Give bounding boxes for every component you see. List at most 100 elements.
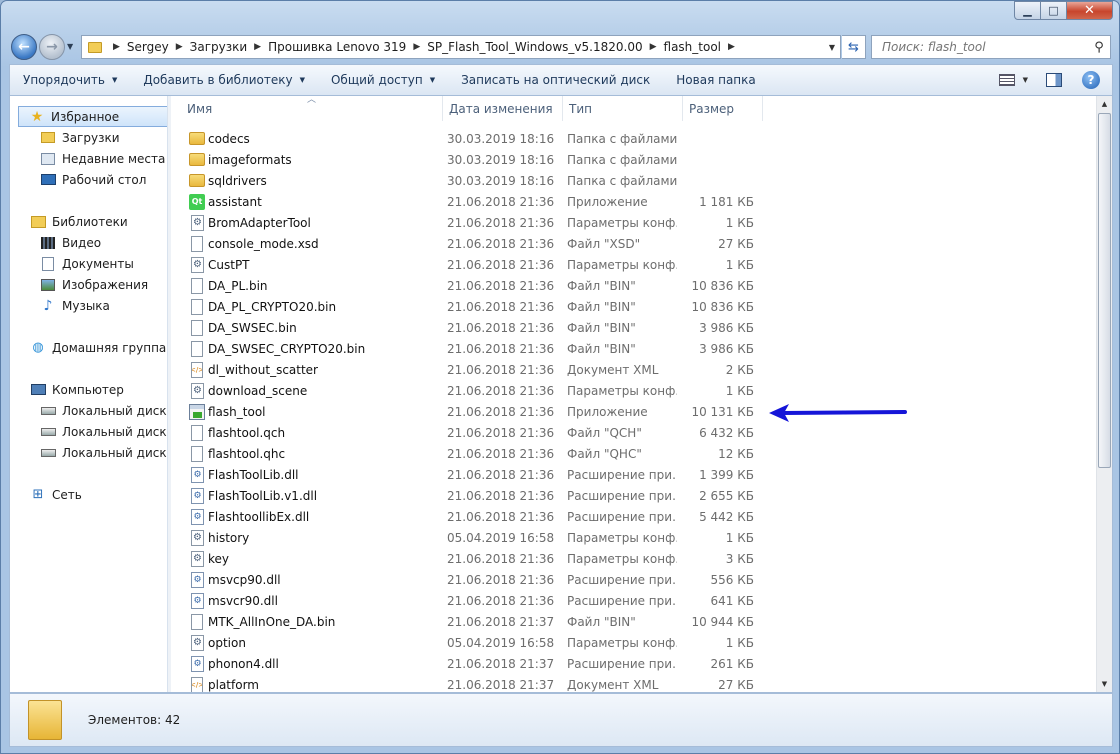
file-row[interactable]: DA_PL_CRYPTO20.bin 21.06.2018 21:36 Файл "… xyxy=(171,296,1098,317)
file-date: 21.06.2018 21:36 xyxy=(447,299,555,314)
breadcrumb-downloads[interactable]: Загрузки ▶ xyxy=(190,36,268,58)
maximize-button[interactable]: □ xyxy=(1041,1,1067,20)
file-date: 30.03.2019 18:16 xyxy=(447,152,555,167)
file-row[interactable]: ⚙ FlashToolLib.v1.dll 21.06.2018 21:36 Расш… xyxy=(171,485,1098,506)
nav-desktop[interactable]: Рабочий стол xyxy=(40,169,146,190)
file-date: 21.06.2018 21:37 xyxy=(447,656,555,671)
file-row[interactable]: ⚙ key 21.06.2018 21:36 Параметры конф... 3 К… xyxy=(171,548,1098,569)
file-row[interactable]: DA_PL.bin 21.06.2018 21:36 Файл "BIN" 10 83… xyxy=(171,275,1098,296)
file-row[interactable]: ⚙ option 05.04.2019 16:58 Параметры конф...… xyxy=(171,632,1098,653)
scroll-up-icon[interactable]: ▲ xyxy=(1097,96,1112,112)
nav-homegroup[interactable]: ◍ Домашняя группа xyxy=(30,337,166,358)
file-row[interactable]: sqldrivers 30.03.2019 18:16 Папка с файлам… xyxy=(171,170,1098,191)
nav-disk-c[interactable]: Локальный диск (C xyxy=(40,400,167,421)
file-row[interactable]: </> platform 21.06.2018 21:37 Документ XML 2… xyxy=(171,674,1098,692)
search-icon[interactable]: ⚲ xyxy=(1088,40,1110,55)
nav-video[interactable]: Видео xyxy=(40,232,101,253)
file-row[interactable]: ⚙ CustPT 21.06.2018 21:36 Параметры конф...… xyxy=(171,254,1098,275)
file-size: 2 КБ xyxy=(725,362,754,377)
help-icon[interactable]: ? xyxy=(1082,71,1100,89)
file-row[interactable]: ⚙ msvcr90.dll 21.06.2018 21:36 Расширение п… xyxy=(171,590,1098,611)
nav-documents[interactable]: Документы xyxy=(40,253,134,274)
recent-pages-dropdown[interactable]: ▼ xyxy=(67,42,73,51)
nav-disk-d[interactable]: Локальный диск (D xyxy=(40,421,167,442)
scroll-down-icon[interactable]: ▼ xyxy=(1097,676,1112,692)
file-row[interactable]: ⚙ BromAdapterTool 21.06.2018 21:36 Параметр… xyxy=(171,212,1098,233)
file-name: DA_PL_CRYPTO20.bin xyxy=(208,299,337,314)
file-date: 21.06.2018 21:37 xyxy=(447,677,555,692)
file-row[interactable]: ⚙ FlashToolLib.dll 21.06.2018 21:36 Расшире… xyxy=(171,464,1098,485)
file-list: ︿ Имя Дата изменения Тип Размер codecs 30… xyxy=(171,96,1098,692)
nav-disk-e[interactable]: Локальный диск (E: xyxy=(40,442,167,463)
vertical-scrollbar[interactable]: ▲ ▼ xyxy=(1096,96,1112,692)
breadcrumb-sp-flash-tool[interactable]: SP_Flash_Tool_Windows_v5.1820.00 ▶ xyxy=(427,36,663,58)
file-type: Приложение xyxy=(567,404,648,419)
forward-button[interactable]: → xyxy=(39,34,65,60)
file-date: 21.06.2018 21:36 xyxy=(447,257,555,272)
minimize-button[interactable]: ▁ xyxy=(1014,1,1041,20)
config-file-icon: ⚙ xyxy=(191,214,204,231)
file-row[interactable]: </> dl_without_scatter 21.06.2018 21:36 Док… xyxy=(171,359,1098,380)
file-size: 10 836 КБ xyxy=(691,278,754,293)
column-header-date[interactable]: Дата изменения xyxy=(443,96,563,121)
nav-computer[interactable]: Компьютер xyxy=(30,379,124,400)
annotation-arrow-icon xyxy=(769,404,907,422)
file-size: 10 944 КБ xyxy=(691,614,754,629)
nav-downloads[interactable]: Загрузки xyxy=(40,127,120,148)
column-header-name[interactable]: Имя xyxy=(181,96,443,121)
organize-menu[interactable]: Упорядочить ▼ xyxy=(10,65,130,95)
file-type: Папка с файлами xyxy=(567,152,677,167)
file-type: Документ XML xyxy=(567,362,659,377)
nav-libraries[interactable]: Библиотеки xyxy=(30,211,128,232)
view-dropdown-icon[interactable]: ▼ xyxy=(1023,76,1028,84)
chevron-down-icon: ▼ xyxy=(299,76,305,84)
breadcrumb-root-arrow[interactable]: ▶ xyxy=(106,36,127,58)
address-bar[interactable]: ▶ Sergey ▶ Загрузки ▶ Прошивка Lenovo 319 ▶… xyxy=(81,35,841,59)
nav-music[interactable]: ♪ Музыка xyxy=(40,295,110,316)
file-row[interactable]: ⚙ msvcp90.dll 21.06.2018 21:36 Расширение п… xyxy=(171,569,1098,590)
folder-icon xyxy=(189,132,205,145)
breadcrumb-sergey[interactable]: Sergey ▶ xyxy=(127,36,190,58)
file-row[interactable]: flashtool.qch 21.06.2018 21:36 Файл "QCH" 6… xyxy=(171,422,1098,443)
file-row[interactable]: ⚙ history 05.04.2019 16:58 Параметры конф..… xyxy=(171,527,1098,548)
nav-images[interactable]: Изображения xyxy=(40,274,148,295)
file-row[interactable]: ⚙ phonon4.dll 21.06.2018 21:37 Расширение п… xyxy=(171,653,1098,674)
column-header-type[interactable]: Тип xyxy=(563,96,683,121)
share-menu[interactable]: Общий доступ ▼ xyxy=(318,65,448,95)
file-row[interactable]: Qt assistant 21.06.2018 21:36 Приложение 1 1… xyxy=(171,191,1098,212)
refresh-button[interactable]: ⇆ xyxy=(842,35,866,59)
chevron-down-icon: ▼ xyxy=(111,76,118,84)
file-row[interactable]: DA_SWSEC.bin 21.06.2018 21:36 Файл "BIN" 3 … xyxy=(171,317,1098,338)
address-dropdown-icon[interactable]: ▼ xyxy=(824,43,840,52)
search-box[interactable]: ⚲ xyxy=(871,35,1111,59)
nav-favorites[interactable]: ★ Избранное xyxy=(18,106,167,127)
file-name: msvcr90.dll xyxy=(208,593,278,608)
file-row[interactable]: flash_tool 21.06.2018 21:36 Приложение 10 1… xyxy=(171,401,1098,422)
back-button[interactable]: ← xyxy=(11,34,37,60)
file-row[interactable]: console_mode.xsd 21.06.2018 21:36 Файл "XS… xyxy=(171,233,1098,254)
file-row[interactable]: DA_SWSEC_CRYPTO20.bin 21.06.2018 21:36 Фай… xyxy=(171,338,1098,359)
file-type: Параметры конф... xyxy=(567,215,677,230)
scroll-thumb[interactable] xyxy=(1098,113,1111,468)
file-type: Файл "BIN" xyxy=(567,278,636,293)
change-view-icon[interactable] xyxy=(998,74,1015,86)
file-row[interactable]: MTK_AllInOne_DA.bin 21.06.2018 21:37 Файл … xyxy=(171,611,1098,632)
file-row[interactable]: imageformats 30.03.2019 18:16 Папка с файл… xyxy=(171,149,1098,170)
breadcrumb-firmware[interactable]: Прошивка Lenovo 319 ▶ xyxy=(268,36,427,58)
file-row[interactable]: codecs 30.03.2019 18:16 Папка с файлами xyxy=(171,128,1098,149)
file-row[interactable]: flashtool.qhc 21.06.2018 21:36 Файл "QHC" 1… xyxy=(171,443,1098,464)
file-row[interactable]: ⚙ FlashtoollibEx.dll 21.06.2018 21:36 Расши… xyxy=(171,506,1098,527)
nav-recent[interactable]: Недавние места xyxy=(40,148,165,169)
new-folder-button[interactable]: Новая папка xyxy=(663,65,768,95)
search-input[interactable] xyxy=(872,37,1088,57)
nav-network[interactable]: ⊞ Сеть xyxy=(30,484,82,505)
preview-pane-icon[interactable] xyxy=(1046,73,1062,87)
breadcrumb-flash-tool[interactable]: flash_tool ▶ xyxy=(664,36,742,58)
file-row[interactable]: ⚙ download_scene 21.06.2018 21:36 Параметры… xyxy=(171,380,1098,401)
column-header-size[interactable]: Размер xyxy=(683,96,763,121)
file-name: flashtool.qhc xyxy=(208,446,286,461)
burn-button[interactable]: Записать на оптический диск xyxy=(448,65,663,95)
file-icon xyxy=(191,445,203,462)
close-button[interactable]: ✕ xyxy=(1067,1,1113,20)
add-to-library-menu[interactable]: Добавить в библиотеку ▼ xyxy=(130,65,318,95)
